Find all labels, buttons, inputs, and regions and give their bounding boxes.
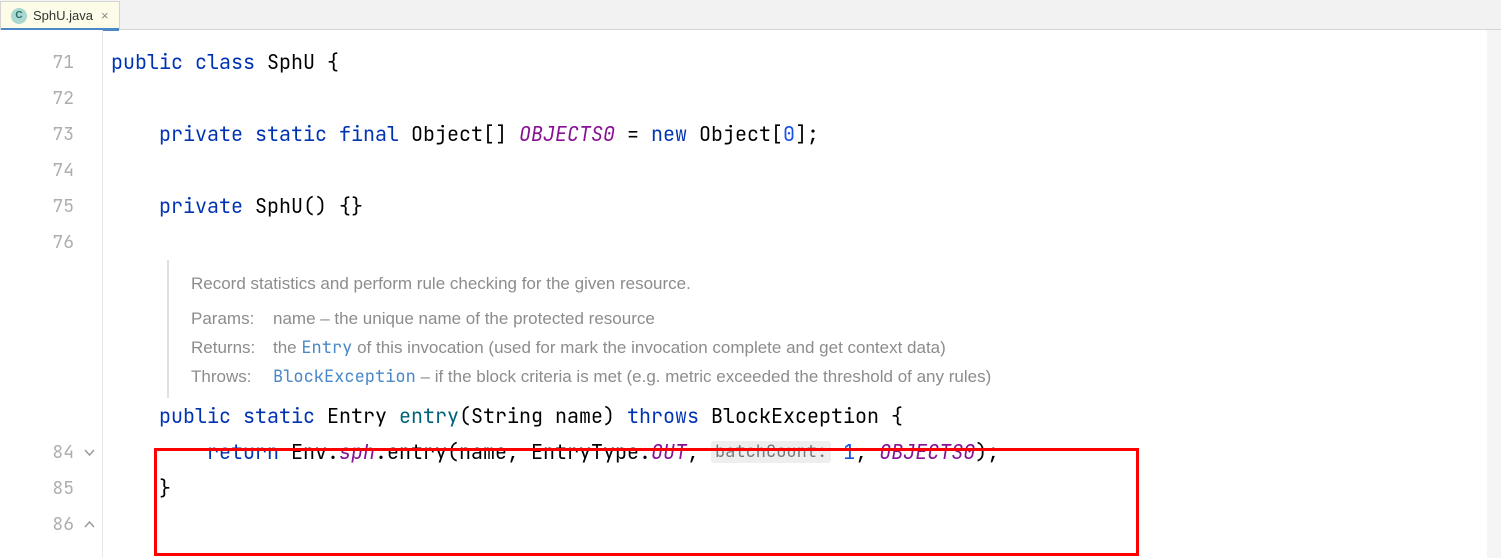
code-line-84[interactable]: public static Entry entry(String name) t… — [103, 398, 1501, 434]
close-tab-icon[interactable]: × — [99, 8, 111, 23]
code-line-74[interactable] — [103, 152, 1501, 188]
line-number[interactable]: 73 — [0, 116, 102, 152]
code-line-85[interactable]: return Env.sph.entry(name, EntryType.OUT… — [103, 434, 1501, 470]
line-number[interactable]: 72 — [0, 80, 102, 116]
line-number[interactable]: 71 — [0, 44, 102, 80]
editor-area: 71 72 73 74 75 76 84 85 86 public class … — [0, 30, 1501, 558]
line-number[interactable]: 74 — [0, 152, 102, 188]
tab-filename: SphU.java — [33, 8, 93, 23]
fold-up-icon[interactable] — [82, 517, 96, 531]
doc-returns-label: Returns: — [191, 334, 273, 363]
vertical-scrollbar[interactable] — [1487, 30, 1501, 558]
doc-description: Record statistics and perform rule check… — [191, 270, 1501, 299]
line-number[interactable]: 86 — [0, 506, 102, 542]
parameter-hint: batchCount: — [711, 441, 831, 463]
tab-bar: C SphU.java × — [0, 0, 1501, 30]
file-tab[interactable]: C SphU.java × — [0, 1, 120, 29]
java-class-icon: C — [11, 8, 27, 24]
fold-down-icon[interactable] — [82, 445, 96, 459]
code-line-71[interactable]: public class SphU { — [103, 44, 1501, 80]
line-number[interactable]: 76 — [0, 224, 102, 260]
code-line-75[interactable]: private SphU() {} — [103, 188, 1501, 224]
line-number[interactable]: 85 — [0, 470, 102, 506]
doc-throws-label: Throws: — [191, 363, 273, 392]
doc-params-label: Params: — [191, 305, 273, 334]
gutter: 71 72 73 74 75 76 84 85 86 — [0, 30, 103, 558]
doc-throws-text: BlockException – if the block criteria i… — [273, 363, 991, 392]
doc-returns-text: the Entry of this invocation (used for m… — [273, 334, 946, 363]
code-area[interactable]: public class SphU { private static final… — [103, 30, 1501, 558]
code-line-72[interactable] — [103, 80, 1501, 116]
javadoc-block: Record statistics and perform rule check… — [167, 260, 1501, 398]
line-number[interactable]: 84 — [0, 434, 102, 470]
code-line-76[interactable] — [103, 224, 1501, 260]
code-line-86[interactable]: } — [103, 470, 1501, 506]
doc-params-text: name – the unique name of the protected … — [273, 305, 655, 334]
code-line-73[interactable]: private static final Object[] OBJECTS0 =… — [103, 116, 1501, 152]
line-number[interactable]: 75 — [0, 188, 102, 224]
